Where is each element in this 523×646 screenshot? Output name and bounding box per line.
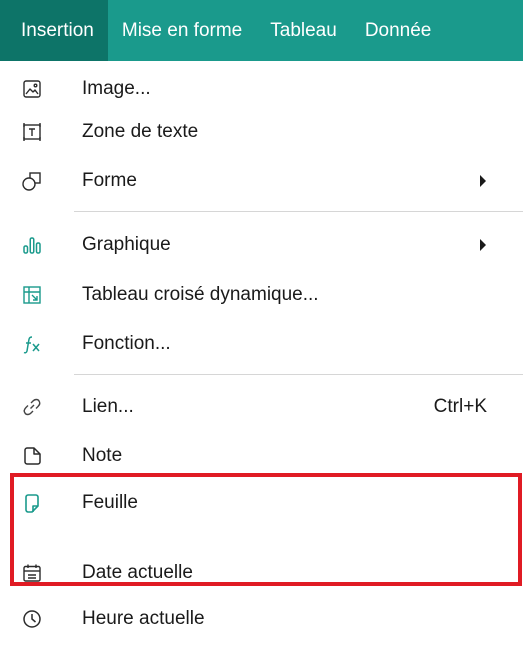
text-box-icon xyxy=(21,121,43,143)
menu-item-label: Zone de texte xyxy=(82,121,199,142)
menu-item-label: Heure actuelle xyxy=(82,608,205,629)
menu-divider xyxy=(74,211,523,212)
menu-item-text-box[interactable]: Zone de texte xyxy=(0,111,523,153)
menu-item-image[interactable]: Image... xyxy=(0,68,523,110)
menu-item-label: Tableau croisé dynamique... xyxy=(82,284,319,305)
menu-item-function[interactable]: Fonction... xyxy=(0,323,523,365)
pivot-table-icon xyxy=(21,284,43,306)
menu-tableau[interactable]: Tableau xyxy=(256,0,351,61)
chart-icon xyxy=(21,234,43,256)
menu-item-pivot-table[interactable]: Tableau croisé dynamique... xyxy=(0,274,523,316)
menu-item-label: Feuille xyxy=(82,492,138,513)
menu-bar: Insertion Mise en forme Tableau Donnée xyxy=(0,0,523,61)
menu-item-label: Image... xyxy=(82,78,151,99)
submenu-arrow-icon xyxy=(480,239,486,251)
menu-item-label: Fonction... xyxy=(82,333,171,354)
menu-item-current-time[interactable]: Heure actuelle xyxy=(0,598,523,640)
menu-insertion[interactable]: Insertion xyxy=(0,0,108,61)
menu-donnees[interactable]: Donnée xyxy=(351,0,446,61)
menu-item-current-date[interactable]: Date actuelle xyxy=(0,552,523,594)
link-icon xyxy=(21,396,43,418)
menu-item-shape[interactable]: Forme xyxy=(0,160,523,202)
shape-icon xyxy=(21,170,43,192)
menu-divider xyxy=(74,374,523,375)
menu-item-link[interactable]: Lien... Ctrl+K xyxy=(0,386,523,428)
submenu-arrow-icon xyxy=(480,175,486,187)
shortcut-label: Ctrl+K xyxy=(433,396,487,417)
insertion-dropdown-menu: Image... Zone de texte Forme Graphique T… xyxy=(0,61,523,646)
menu-item-label: Note xyxy=(82,445,123,466)
calendar-icon xyxy=(21,562,43,584)
menu-item-label: Forme xyxy=(82,170,137,191)
menu-item-note[interactable]: Note xyxy=(0,435,523,477)
menu-item-label: Graphique xyxy=(82,234,171,255)
note-icon xyxy=(21,445,43,467)
menu-item-label: Date actuelle xyxy=(82,562,193,583)
menu-item-chart[interactable]: Graphique xyxy=(0,224,523,266)
image-icon xyxy=(21,78,43,100)
clock-icon xyxy=(21,608,43,630)
menu-mise-en-forme[interactable]: Mise en forme xyxy=(108,0,256,61)
sheet-icon xyxy=(21,492,43,514)
menu-item-label: Lien... xyxy=(82,396,134,417)
function-icon xyxy=(21,333,43,355)
menu-item-sheet[interactable]: Feuille xyxy=(0,482,523,524)
